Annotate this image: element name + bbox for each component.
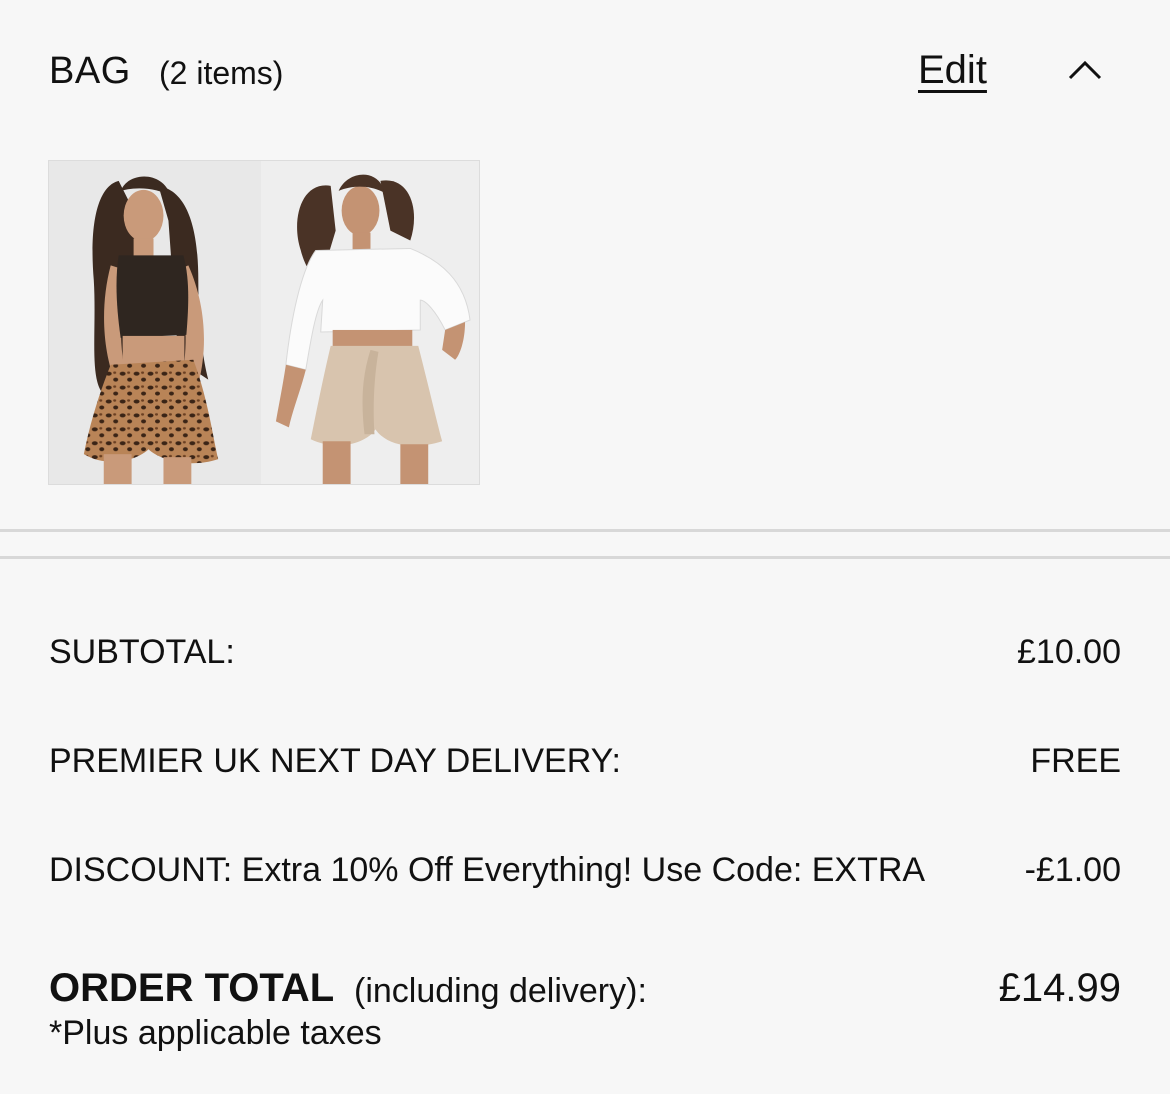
delivery-value: FREE: [1030, 742, 1121, 780]
subtotal-value: £10.00: [1017, 633, 1121, 671]
bag-item-thumbnails: [48, 160, 480, 485]
bag-title: BAG: [49, 50, 131, 92]
edit-bag-link[interactable]: Edit: [918, 48, 987, 93]
bag-header: BAG (2 items) Edit: [49, 46, 1129, 102]
discount-value: -£1.00: [1024, 851, 1121, 889]
product-image-leopard-shorts[interactable]: [49, 161, 262, 484]
bag-item-count: (2 items): [159, 55, 284, 91]
section-divider: [0, 529, 1170, 532]
discount-label: DISCOUNT: Extra 10% Off Everything! Use …: [49, 851, 926, 889]
order-total-value: £14.99: [998, 966, 1121, 1010]
taxes-note: *Plus applicable taxes: [49, 1014, 382, 1052]
delivery-label: PREMIER UK NEXT DAY DELIVERY:: [49, 742, 621, 780]
order-total-label: ORDER TOTAL: [49, 966, 335, 1010]
chevron-up-icon[interactable]: [1067, 56, 1103, 82]
section-divider: [0, 556, 1170, 559]
product-image-beige-shorts[interactable]: [261, 161, 479, 484]
order-total-sublabel: (including delivery):: [354, 972, 647, 1010]
subtotal-label: SUBTOTAL:: [49, 633, 235, 671]
